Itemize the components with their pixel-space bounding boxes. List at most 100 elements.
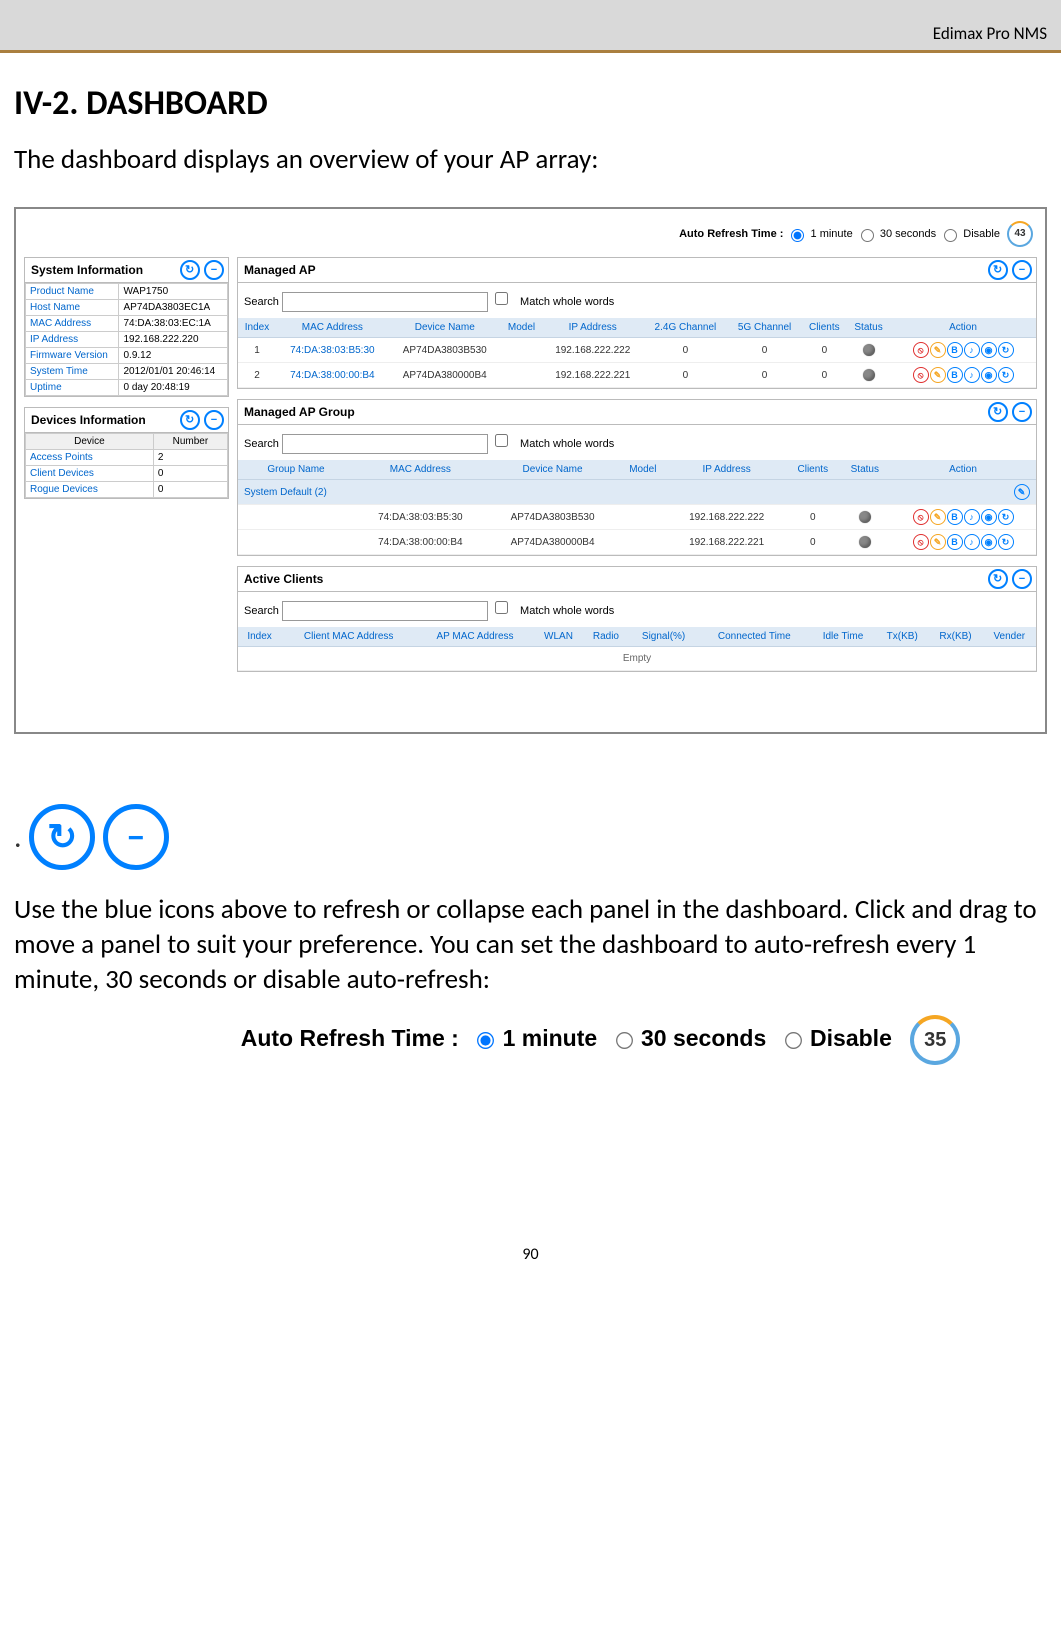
table-row: Product NameWAP1750 <box>26 284 228 300</box>
buzzer-icon[interactable]: ♪ <box>964 342 980 358</box>
network-icon[interactable]: ◉ <box>981 509 997 525</box>
edit-icon[interactable]: ✎ <box>930 534 946 550</box>
action-cell: ⦸✎B♪◉↻ <box>890 505 1036 530</box>
refresh-opt-1min-fig-label: 1 minute <box>503 1025 598 1051</box>
blink-icon[interactable]: B <box>947 342 963 358</box>
col-ip: IP Address <box>542 318 643 338</box>
edit-icon[interactable]: ✎ <box>930 342 946 358</box>
reboot-icon[interactable]: ↻ <box>998 367 1014 383</box>
search-label: Search <box>244 438 279 450</box>
value-cell: 0.9.12 <box>119 348 228 364</box>
ip-cell: 192.168.222.221 <box>542 363 643 388</box>
device-name-cell: AP74DA3803B530 <box>487 505 619 530</box>
refresh-icon[interactable] <box>988 402 1008 422</box>
refresh-icon[interactable] <box>180 410 200 430</box>
reboot-icon[interactable]: ↻ <box>998 534 1014 550</box>
collapse-icon[interactable] <box>204 410 224 430</box>
edit-icon[interactable]: ✎ <box>1014 484 1030 500</box>
refresh-opt-1min[interactable] <box>791 229 804 242</box>
refresh-countdown: 43 <box>1007 221 1033 247</box>
bullet-dot: . <box>14 819 22 856</box>
header-product-name: Edimax Pro NMS <box>933 23 1047 44</box>
buzzer-icon[interactable]: ♪ <box>964 367 980 383</box>
network-icon[interactable]: ◉ <box>981 367 997 383</box>
col-action: Action <box>890 318 1036 338</box>
device-name-cell: AP74DA3803B530 <box>389 338 501 363</box>
refresh-opt-1min-label: 1 minute <box>811 228 853 240</box>
mac-cell: 74:DA:38:00:00:B4 <box>276 363 389 388</box>
ip-cell: 192.168.222.221 <box>667 530 786 555</box>
col-number: Number <box>153 434 227 450</box>
table-row: System Time2012/01/01 20:46:14 <box>26 364 228 380</box>
dashboard-screenshot: Auto Refresh Time : 1 minute 30 seconds … <box>14 207 1047 734</box>
reboot-icon[interactable]: ↻ <box>998 509 1014 525</box>
table-row: Rogue Devices0 <box>26 482 228 498</box>
group-header-row[interactable]: System Default (2) ✎ <box>238 480 1036 505</box>
managed-ap-search-input[interactable] <box>282 292 488 312</box>
collapse-icon[interactable] <box>204 260 224 280</box>
col-vendor: Vender <box>983 627 1036 647</box>
refresh-opt-30s[interactable] <box>861 229 874 242</box>
managed-ap-group-panel: Managed AP Group Search Match whole word… <box>237 399 1037 556</box>
match-whole-words-checkbox[interactable] <box>495 292 508 305</box>
match-whole-words-checkbox[interactable] <box>495 434 508 447</box>
value-cell: 74:DA:38:03:EC:1A <box>119 316 228 332</box>
refresh-icon <box>29 804 95 870</box>
match-whole-words-checkbox[interactable] <box>495 601 508 614</box>
network-icon[interactable]: ◉ <box>981 534 997 550</box>
key-cell: Client Devices <box>26 466 154 482</box>
value-cell: 2012/01/01 20:46:14 <box>119 364 228 380</box>
clients-cell: 0 <box>802 338 848 363</box>
col-model: Model <box>501 318 542 338</box>
model-cell <box>618 530 667 555</box>
value-cell: 0 <box>153 482 227 498</box>
model-cell <box>618 505 667 530</box>
table-row[interactable]: 174:DA:38:03:B5:30AP74DA3803B530192.168.… <box>238 338 1036 363</box>
empty-cell: Empty <box>238 647 1036 671</box>
collapse-icon[interactable] <box>1012 260 1032 280</box>
edit-icon[interactable]: ✎ <box>930 509 946 525</box>
action-cell: ⦸✎B♪◉↻ <box>890 363 1036 388</box>
buzzer-icon[interactable]: ♪ <box>964 509 980 525</box>
reboot-icon[interactable]: ↻ <box>998 342 1014 358</box>
buzzer-icon[interactable]: ♪ <box>964 534 980 550</box>
managed-ap-group-table: Group Name MAC Address Device Name Model… <box>238 460 1036 555</box>
refresh-opt-disable-fig[interactable] <box>785 1032 802 1049</box>
index-cell: 1 <box>238 338 276 363</box>
table-row[interactable]: 274:DA:38:00:00:B4AP74DA380000B4192.168.… <box>238 363 1036 388</box>
key-cell: System Time <box>26 364 119 380</box>
refresh-opt-disable[interactable] <box>944 229 957 242</box>
active-clients-search-input[interactable] <box>282 601 488 621</box>
collapse-icon[interactable] <box>1012 402 1032 422</box>
network-icon[interactable]: ◉ <box>981 342 997 358</box>
blink-icon[interactable]: B <box>947 534 963 550</box>
table-row[interactable]: 74:DA:38:00:00:B4AP74DA380000B4192.168.2… <box>238 530 1036 555</box>
disallow-icon[interactable]: ⦸ <box>913 342 929 358</box>
disallow-icon[interactable]: ⦸ <box>913 534 929 550</box>
disallow-icon[interactable]: ⦸ <box>913 509 929 525</box>
managed-ap-group-search-input[interactable] <box>282 434 488 454</box>
col-status: Status <box>840 460 890 480</box>
auto-refresh-bar: Auto Refresh Time : 1 minute 30 seconds … <box>24 217 1037 257</box>
col-mac: MAC Address <box>276 318 389 338</box>
refresh-icon[interactable] <box>988 260 1008 280</box>
table-row[interactable]: 74:DA:38:03:B5:30AP74DA3803B530192.168.2… <box>238 505 1036 530</box>
blink-icon[interactable]: B <box>947 367 963 383</box>
refresh-icon[interactable] <box>180 260 200 280</box>
section-title: IV-2. DASHBOARD <box>14 83 1047 124</box>
col-connected-time: Connected Time <box>699 627 811 647</box>
edit-icon[interactable]: ✎ <box>930 367 946 383</box>
collapse-icon[interactable] <box>1012 569 1032 589</box>
col-index: Index <box>238 627 281 647</box>
system-info-panel: System Information Product NameWAP1750Ho… <box>24 257 229 397</box>
auto-refresh-fig-label: Auto Refresh Time : <box>241 1025 459 1051</box>
refresh-icon[interactable] <box>988 569 1008 589</box>
disallow-icon[interactable]: ⦸ <box>913 367 929 383</box>
search-label: Search <box>244 605 279 617</box>
auto-refresh-figure: Auto Refresh Time : 1 minute 30 seconds … <box>14 1015 1047 1085</box>
blink-icon[interactable]: B <box>947 509 963 525</box>
page-number: 90 <box>14 1085 1047 1264</box>
refresh-opt-30s-fig[interactable] <box>616 1032 633 1049</box>
refresh-opt-1min-fig[interactable] <box>477 1032 494 1049</box>
devices-info-table: Device Number Access Points2Client Devic… <box>25 433 228 498</box>
